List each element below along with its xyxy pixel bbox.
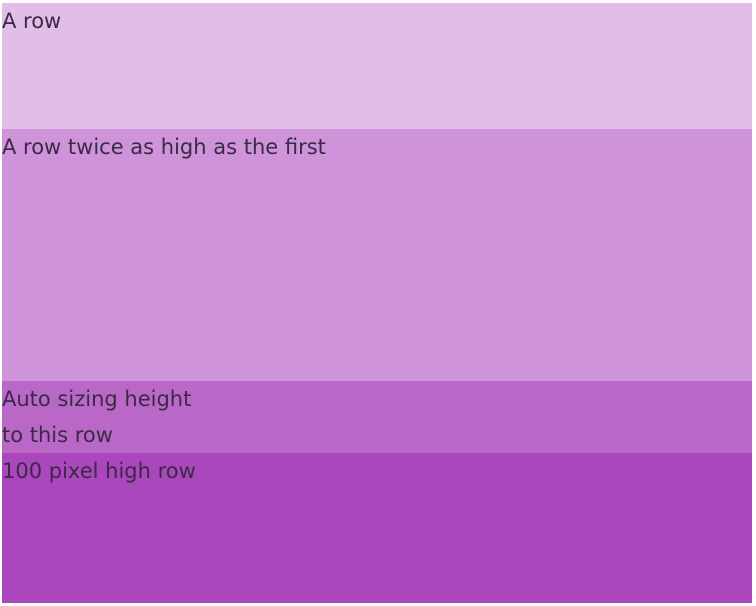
row-grid: A row A row twice as high as the first A…: [2, 3, 752, 603]
row-1-text: A row: [2, 9, 62, 33]
grid-row-4: 100 pixel high row: [2, 453, 752, 603]
row-3-text-line-2: to this row: [2, 423, 113, 447]
grid-row-3: Auto sizing height to this row: [2, 381, 752, 453]
grid-row-2: A row twice as high as the first: [2, 129, 752, 381]
row-4-text: 100 pixel high row: [2, 459, 196, 483]
row-2-text: A row twice as high as the first: [2, 135, 326, 159]
grid-row-1: A row: [2, 3, 752, 129]
row-3-text-line-1: Auto sizing height: [2, 387, 192, 411]
